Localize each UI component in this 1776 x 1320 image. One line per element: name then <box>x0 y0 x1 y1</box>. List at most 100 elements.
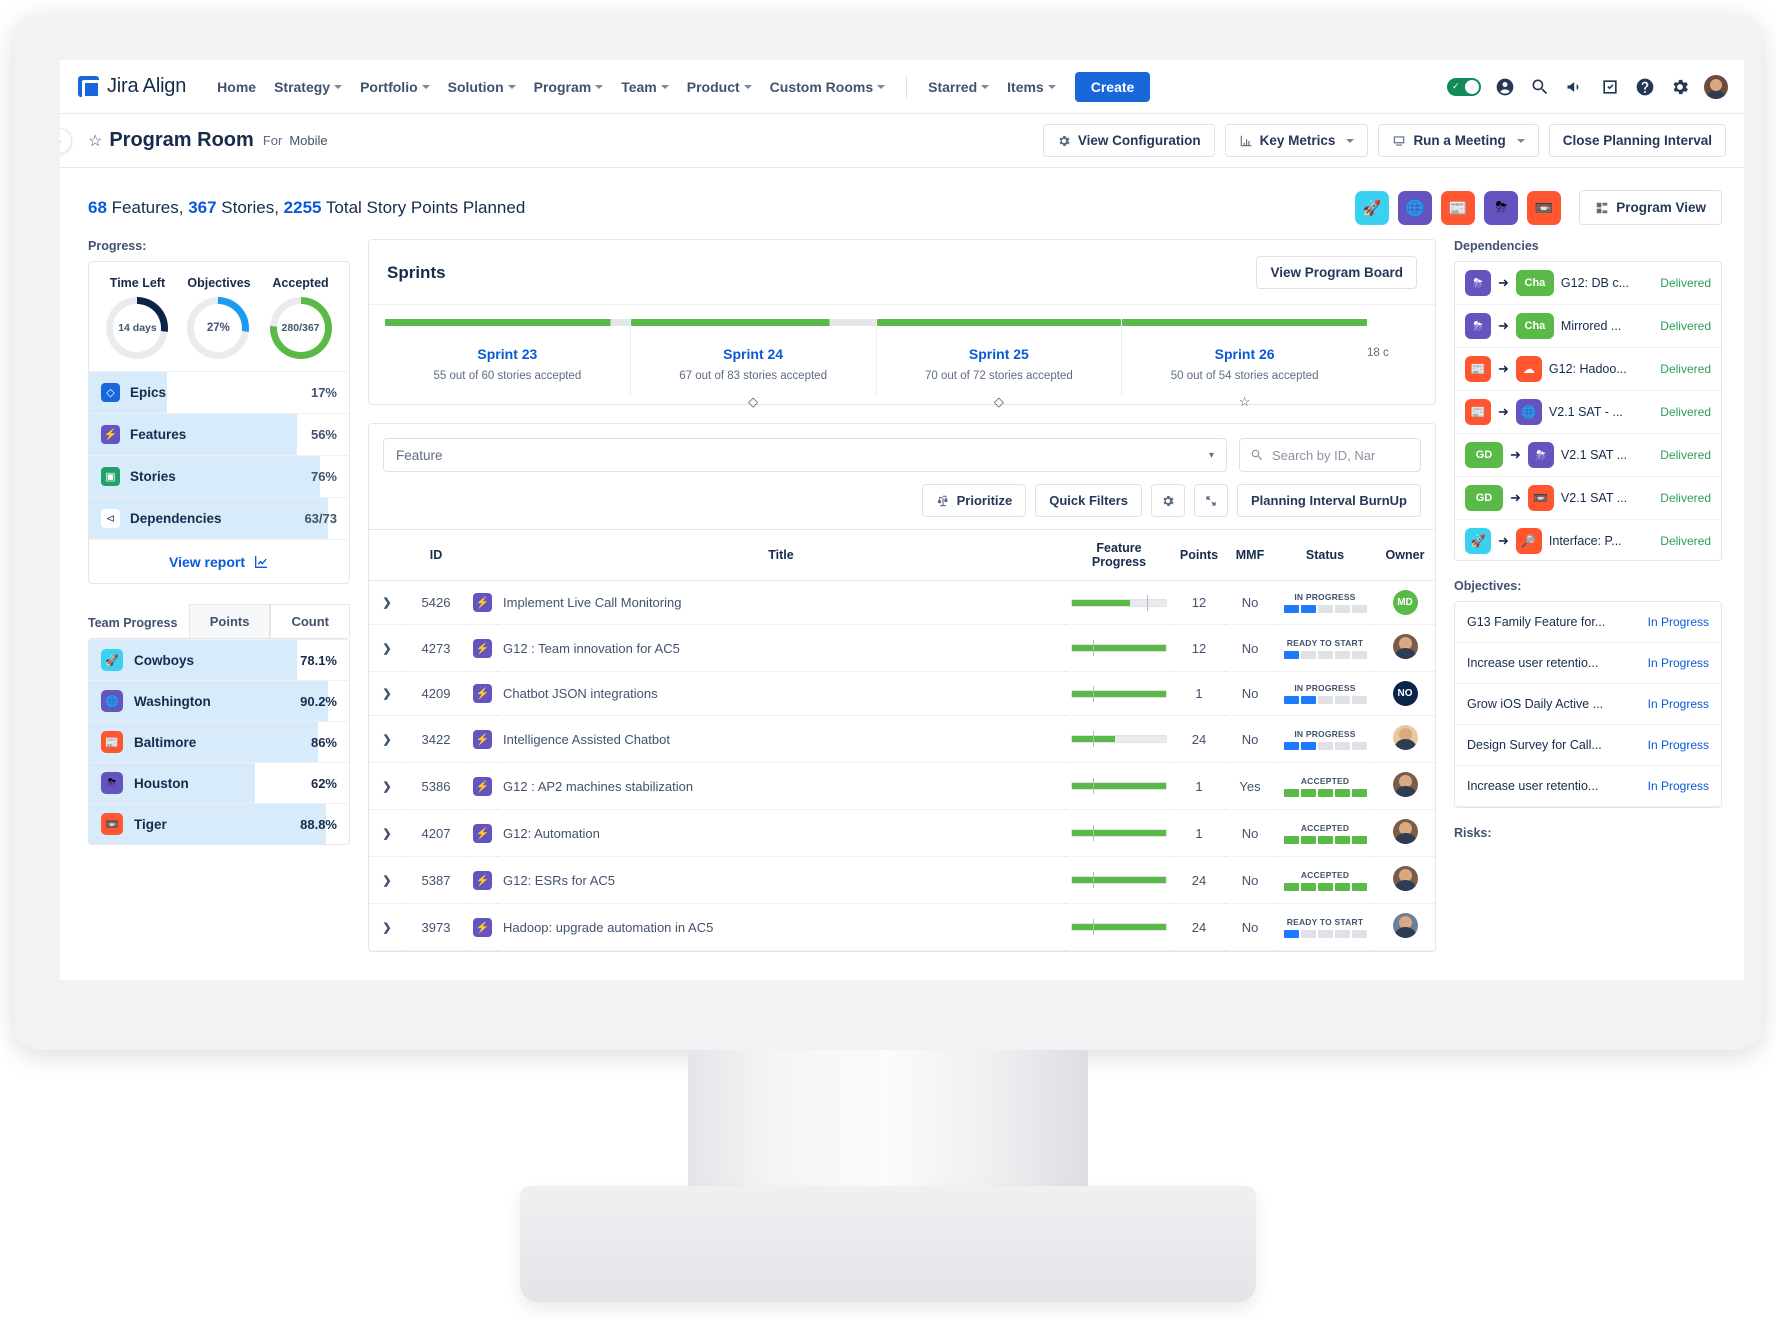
expand-row-icon[interactable]: ❯ <box>369 809 405 857</box>
nav-item-strategy[interactable]: Strategy <box>265 73 351 101</box>
expand-row-icon[interactable]: ❯ <box>369 715 405 763</box>
team-progress-row[interactable]: 🌐 Washington 90.2% <box>89 680 349 721</box>
expand-row-icon[interactable]: ❯ <box>369 580 405 625</box>
feature-title[interactable]: Intelligence Assisted Chatbot <box>497 715 1065 763</box>
toolbar-quick-filters[interactable]: Quick Filters <box>1035 484 1142 517</box>
team-chip-tiger[interactable]: 📼 <box>1527 190 1562 225</box>
objective-title[interactable]: G13 Family Feature for... <box>1467 615 1640 629</box>
search-input[interactable]: Search by ID, Nar <box>1239 438 1421 472</box>
dependency-row[interactable]: 🚀 ➜ 🔎 Interface: P... Delivered <box>1455 520 1721 560</box>
nav-item-team[interactable]: Team <box>612 73 678 101</box>
team-progress-row[interactable]: 📼 Tiger 88.8% <box>89 803 349 844</box>
team-progress-row[interactable]: ⛈ Houston 62% <box>89 762 349 803</box>
brand-logo[interactable]: Jira Align <box>78 75 186 99</box>
dependency-title[interactable]: V2.1 SAT ... <box>1561 491 1653 505</box>
expand-row-icon[interactable]: ❯ <box>369 624 405 672</box>
objective-row[interactable]: Design Survey for Call... In Progress <box>1455 725 1721 766</box>
expand-row-icon[interactable]: ❯ <box>369 762 405 810</box>
team-chip-houston[interactable]: ⛈ <box>1484 190 1519 225</box>
dependency-title[interactable]: V2.1 SAT - ... <box>1549 405 1653 419</box>
team-progress-tab-count[interactable]: Count <box>270 604 350 638</box>
user-avatar[interactable] <box>1704 74 1728 99</box>
progress-item-features[interactable]: ⚡ Features 56% <box>89 413 349 455</box>
nav-item-starred[interactable]: Starred <box>919 73 998 101</box>
dependency-title[interactable]: Mirrored ... <box>1561 319 1653 333</box>
team-progress-row[interactable]: 📰 Baltimore 86% <box>89 721 349 762</box>
feature-id[interactable]: 4273 <box>405 624 467 672</box>
dependency-title[interactable]: V2.1 SAT ... <box>1561 448 1653 462</box>
progress-item-epics[interactable]: ◇ Epics 17% <box>89 371 349 413</box>
expand-row-icon[interactable]: ❯ <box>369 856 405 904</box>
tasks-icon[interactable] <box>1599 76 1621 98</box>
toolbar-expand-icon[interactable] <box>1193 484 1228 517</box>
dependency-row[interactable]: GD ➜ 📼 V2.1 SAT ... Delivered <box>1455 477 1721 520</box>
progress-item-stories[interactable]: ▣ Stories 76% <box>89 455 349 497</box>
program-view-button[interactable]: Program View <box>1579 190 1722 225</box>
toolbar-prioritize[interactable]: Prioritize <box>921 484 1027 517</box>
header-feature-progress[interactable]: Feature Progress <box>1065 529 1173 581</box>
gear-icon[interactable] <box>1669 76 1691 98</box>
feature-id[interactable]: 4207 <box>405 809 467 857</box>
dependency-row[interactable]: 📰 ➜ ☁ G12: Hadoo... Delivered <box>1455 348 1721 391</box>
table-row[interactable]: ❯ 5387 ⚡ G12: ESRs for AC5 24 No ACCEPTED <box>369 856 1435 904</box>
objective-title[interactable]: Grow iOS Daily Active ... <box>1467 697 1640 711</box>
dependency-row[interactable]: GD ➜ ⛈ V2.1 SAT ... Delivered <box>1455 434 1721 477</box>
header-status[interactable]: Status <box>1275 529 1375 581</box>
owner-avatar[interactable] <box>1392 913 1418 938</box>
table-row[interactable]: ❯ 5426 ⚡ Implement Live Call Monitoring 12 No… <box>369 580 1435 625</box>
sprint-name[interactable]: Sprint 25 <box>877 346 1122 362</box>
table-row[interactable]: ❯ 3422 ⚡ Intelligence Assisted Chatbot 24 No I… <box>369 715 1435 763</box>
subheader-button-run-a-meeting[interactable]: Run a Meeting <box>1378 124 1539 157</box>
dependency-row[interactable]: ⛈ ➜ Cha Mirrored ... Delivered <box>1455 305 1721 348</box>
view-report-link[interactable]: View report <box>89 539 349 583</box>
dependency-title[interactable]: G12: Hadoo... <box>1549 362 1653 376</box>
subheader-button-close-planning-interval[interactable]: Close Planning Interval <box>1548 124 1726 157</box>
feature-id[interactable]: 5386 <box>405 762 467 810</box>
megaphone-icon[interactable] <box>1564 76 1586 98</box>
nav-item-portfolio[interactable]: Portfolio <box>351 73 439 101</box>
sprint-marker-icon[interactable]: ◇ <box>994 394 1004 410</box>
header-mmf[interactable]: MMF <box>1225 529 1275 581</box>
team-chip-washington[interactable]: 🌐 <box>1398 190 1433 225</box>
feature-id[interactable]: 3422 <box>405 715 467 763</box>
dependency-title[interactable]: G12: DB c... <box>1561 276 1653 290</box>
feature-title[interactable]: G12 : Team innovation for AC5 <box>497 624 1065 672</box>
team-chip-cowboys[interactable]: 🚀 <box>1355 190 1390 225</box>
feature-type-select[interactable]: Feature ▾ <box>383 438 1227 472</box>
header-title[interactable]: Title <box>497 529 1065 581</box>
search-icon[interactable] <box>1529 76 1551 98</box>
feature-title[interactable]: G12: ESRs for AC5 <box>497 856 1065 904</box>
sprint-marker-icon[interactable]: ☆ <box>1239 394 1251 410</box>
header-points[interactable]: Points <box>1173 529 1225 581</box>
feature-title[interactable]: Implement Live Call Monitoring <box>497 580 1065 625</box>
dependency-row[interactable]: 📰 ➜ 🌐 V2.1 SAT - ... Delivered <box>1455 391 1721 434</box>
owner-avatar[interactable] <box>1392 819 1418 844</box>
expand-row-icon[interactable]: ❯ <box>369 671 405 716</box>
table-row[interactable]: ❯ 4207 ⚡ G12: Automation 1 No ACCEPTED <box>369 809 1435 857</box>
toggle-switch[interactable]: ✓ <box>1447 77 1481 96</box>
nav-item-program[interactable]: Program <box>525 73 613 101</box>
owner-avatar[interactable] <box>1392 725 1418 750</box>
for-value[interactable]: Mobile <box>289 133 327 148</box>
expand-row-icon[interactable]: ❯ <box>369 903 405 951</box>
subheader-button-view-configuration[interactable]: View Configuration <box>1042 124 1215 157</box>
owner-avatar[interactable] <box>1392 772 1418 797</box>
objective-title[interactable]: Increase user retentio... <box>1467 656 1640 670</box>
feature-id[interactable]: 3973 <box>405 903 467 951</box>
sidebar-collapse-toggle[interactable]: › <box>60 128 72 154</box>
team-progress-tab-points[interactable]: Points <box>188 604 271 638</box>
sprint-name[interactable]: Sprint 24 <box>631 346 876 362</box>
team-chip-baltimore[interactable]: 📰 <box>1441 190 1476 225</box>
favorite-star-icon[interactable]: ☆ <box>88 131 102 151</box>
feature-title[interactable]: G12: Automation <box>497 809 1065 857</box>
dependency-row[interactable]: ⛈ ➜ Cha G12: DB c... Delivered <box>1455 262 1721 305</box>
header-owner[interactable]: Owner <box>1375 529 1435 581</box>
create-button[interactable]: Create <box>1074 71 1151 102</box>
team-progress-row[interactable]: 🚀 Cowboys 78.1% <box>89 639 349 680</box>
objective-title[interactable]: Design Survey for Call... <box>1467 738 1640 752</box>
feature-id[interactable]: 5387 <box>405 856 467 904</box>
nav-item-product[interactable]: Product <box>678 73 761 101</box>
toolbar-gear-icon[interactable] <box>1150 484 1185 517</box>
view-program-board-button[interactable]: View Program Board <box>1256 256 1417 289</box>
feature-id[interactable]: 4209 <box>405 671 467 716</box>
